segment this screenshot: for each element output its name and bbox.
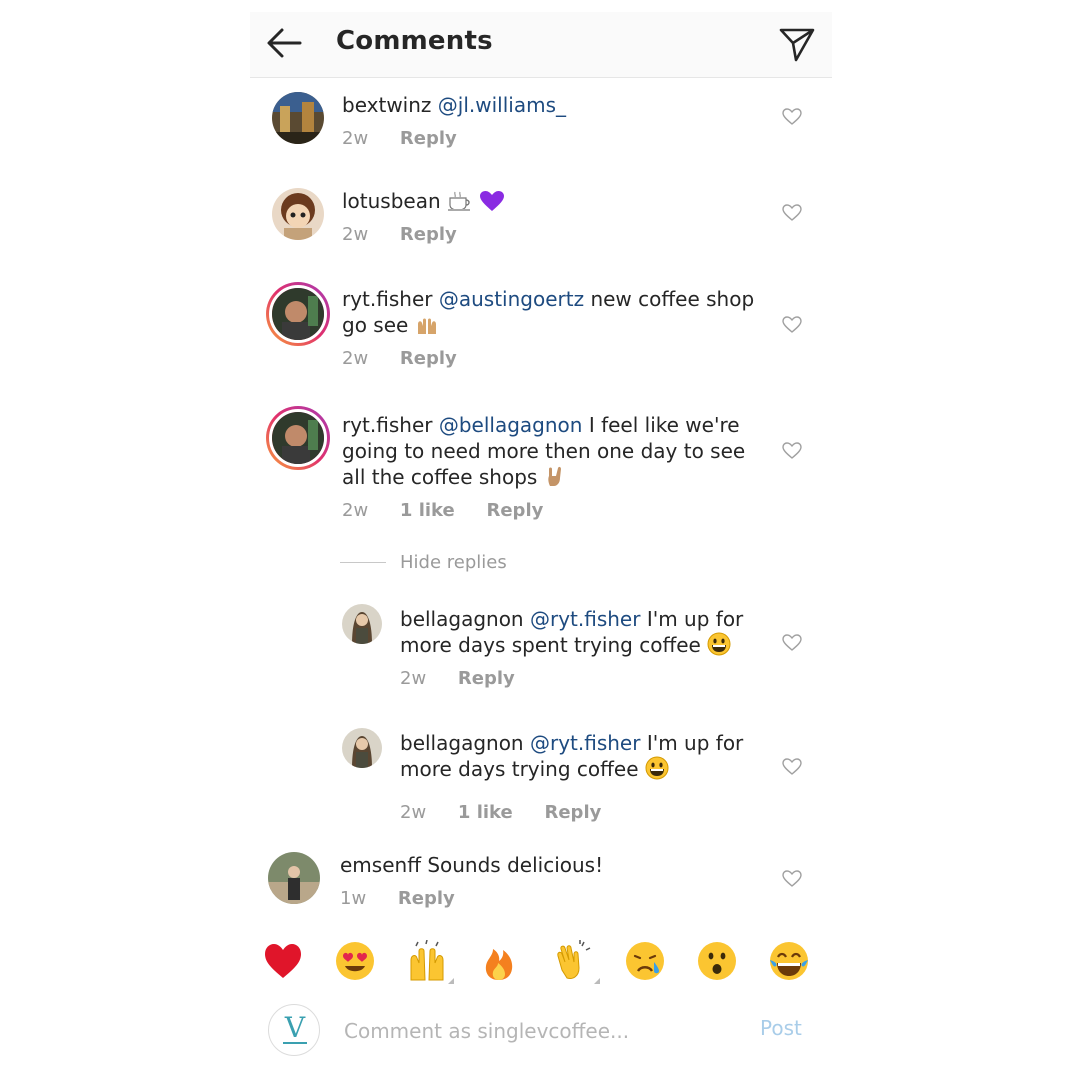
raising-hands-emoji-icon xyxy=(415,314,439,342)
coffee-emoji-icon xyxy=(447,190,473,218)
avatar-logo-letter: V xyxy=(284,1011,306,1044)
comment-mention[interactable]: @ryt.fisher xyxy=(530,607,640,631)
comment-username[interactable]: bellagagnon xyxy=(400,731,524,755)
quick-reactions-bar xyxy=(250,939,832,990)
comment-time: 2w xyxy=(342,500,369,521)
comment-mention[interactable]: @austingoertz xyxy=(439,287,584,311)
comment-row: ryt.fisher @bellagagnon I feel like we'r… xyxy=(250,406,832,526)
reply-button[interactable]: Reply xyxy=(400,224,457,245)
comment-input[interactable] xyxy=(344,1014,744,1048)
grinning-face-emoji-icon xyxy=(645,756,669,786)
likes-count[interactable]: 1 like xyxy=(400,500,455,521)
surprised-face-icon[interactable] xyxy=(696,940,738,982)
header-bar: Comments xyxy=(250,12,832,78)
post-button[interactable]: Post xyxy=(760,1016,802,1040)
like-heart-icon[interactable] xyxy=(782,316,802,334)
crying-face-icon[interactable] xyxy=(624,940,666,982)
comment-mention[interactable]: @bellagagnon xyxy=(439,413,583,437)
comment-username[interactable]: lotusbean xyxy=(342,189,441,213)
avatar-logo-underline xyxy=(283,1042,307,1044)
avatar[interactable] xyxy=(272,92,324,144)
comment-row: lotusbean 2w Reply xyxy=(250,188,832,258)
comment-username[interactable]: emsenff xyxy=(340,853,421,877)
avatar-story-ring[interactable] xyxy=(266,406,330,470)
red-heart-icon[interactable] xyxy=(262,940,304,982)
comment-username[interactable]: bellagagnon xyxy=(400,607,524,631)
fire-icon[interactable] xyxy=(478,940,520,982)
avatar[interactable] xyxy=(342,604,382,644)
back-arrow-icon[interactable] xyxy=(264,26,304,60)
comment-composer: V Post xyxy=(250,1002,832,1068)
direct-send-icon[interactable] xyxy=(778,25,816,63)
grinning-face-emoji-icon xyxy=(707,632,731,662)
comments-screen: Comments bextwinz @jl.williams_ 2w Reply… xyxy=(250,12,832,1080)
reply-button[interactable]: Reply xyxy=(458,668,515,689)
comment-time: 2w xyxy=(342,224,369,245)
raising-hands-icon[interactable] xyxy=(406,939,454,984)
comment-time: 2w xyxy=(400,668,427,689)
hide-replies-label: Hide replies xyxy=(400,552,507,573)
reply-button[interactable]: Reply xyxy=(398,888,455,909)
comment-text: Sounds delicious! xyxy=(427,853,604,877)
skin-tone-indicator xyxy=(448,978,454,984)
comment-time: 1w xyxy=(340,888,367,909)
reply-row: bellagagnon @ryt.fisher I'm up for more … xyxy=(250,604,832,694)
like-heart-icon[interactable] xyxy=(782,442,802,460)
page-title: Comments xyxy=(336,26,493,56)
comment-username[interactable]: bextwinz xyxy=(342,93,431,117)
avatar[interactable] xyxy=(268,852,320,904)
comment-time: 2w xyxy=(342,348,369,369)
comment-time: 2w xyxy=(400,802,427,823)
comment-username[interactable]: ryt.fisher xyxy=(342,287,432,311)
comment-time: 2w xyxy=(342,128,369,149)
reply-button[interactable]: Reply xyxy=(400,128,457,149)
like-heart-icon[interactable] xyxy=(782,870,802,888)
skin-tone-indicator xyxy=(594,978,600,984)
comment-mention[interactable]: @jl.williams_ xyxy=(438,93,566,117)
reply-button[interactable]: Reply xyxy=(400,348,457,369)
like-heart-icon[interactable] xyxy=(782,758,802,776)
comment-row: bextwinz @jl.williams_ 2w Reply xyxy=(250,92,832,162)
purple-heart-icon xyxy=(479,190,505,218)
like-heart-icon[interactable] xyxy=(782,204,802,222)
comment-mention[interactable]: @ryt.fisher xyxy=(530,731,640,755)
avatar[interactable] xyxy=(342,728,382,768)
horns-hand-emoji-icon xyxy=(544,466,566,494)
tears-of-joy-icon[interactable] xyxy=(768,940,810,982)
reply-button[interactable]: Reply xyxy=(486,500,543,521)
clapping-hands-icon[interactable] xyxy=(552,940,600,984)
reply-row: bellagagnon @ryt.fisher I'm up for more … xyxy=(250,728,832,823)
divider xyxy=(340,562,386,563)
like-heart-icon[interactable] xyxy=(782,634,802,652)
heart-eyes-icon[interactable] xyxy=(334,940,376,982)
like-heart-icon[interactable] xyxy=(782,108,802,126)
comment-row: emsenff Sounds delicious! 1w Reply xyxy=(250,852,832,922)
comment-row: ryt.fisher @austingoertz new coffee shop… xyxy=(250,282,832,378)
comment-username[interactable]: ryt.fisher xyxy=(342,413,432,437)
avatar-story-ring[interactable] xyxy=(266,282,330,346)
avatar[interactable] xyxy=(272,188,324,240)
current-user-avatar[interactable]: V xyxy=(268,1004,320,1056)
likes-count[interactable]: 1 like xyxy=(458,802,513,823)
reply-button[interactable]: Reply xyxy=(544,802,601,823)
